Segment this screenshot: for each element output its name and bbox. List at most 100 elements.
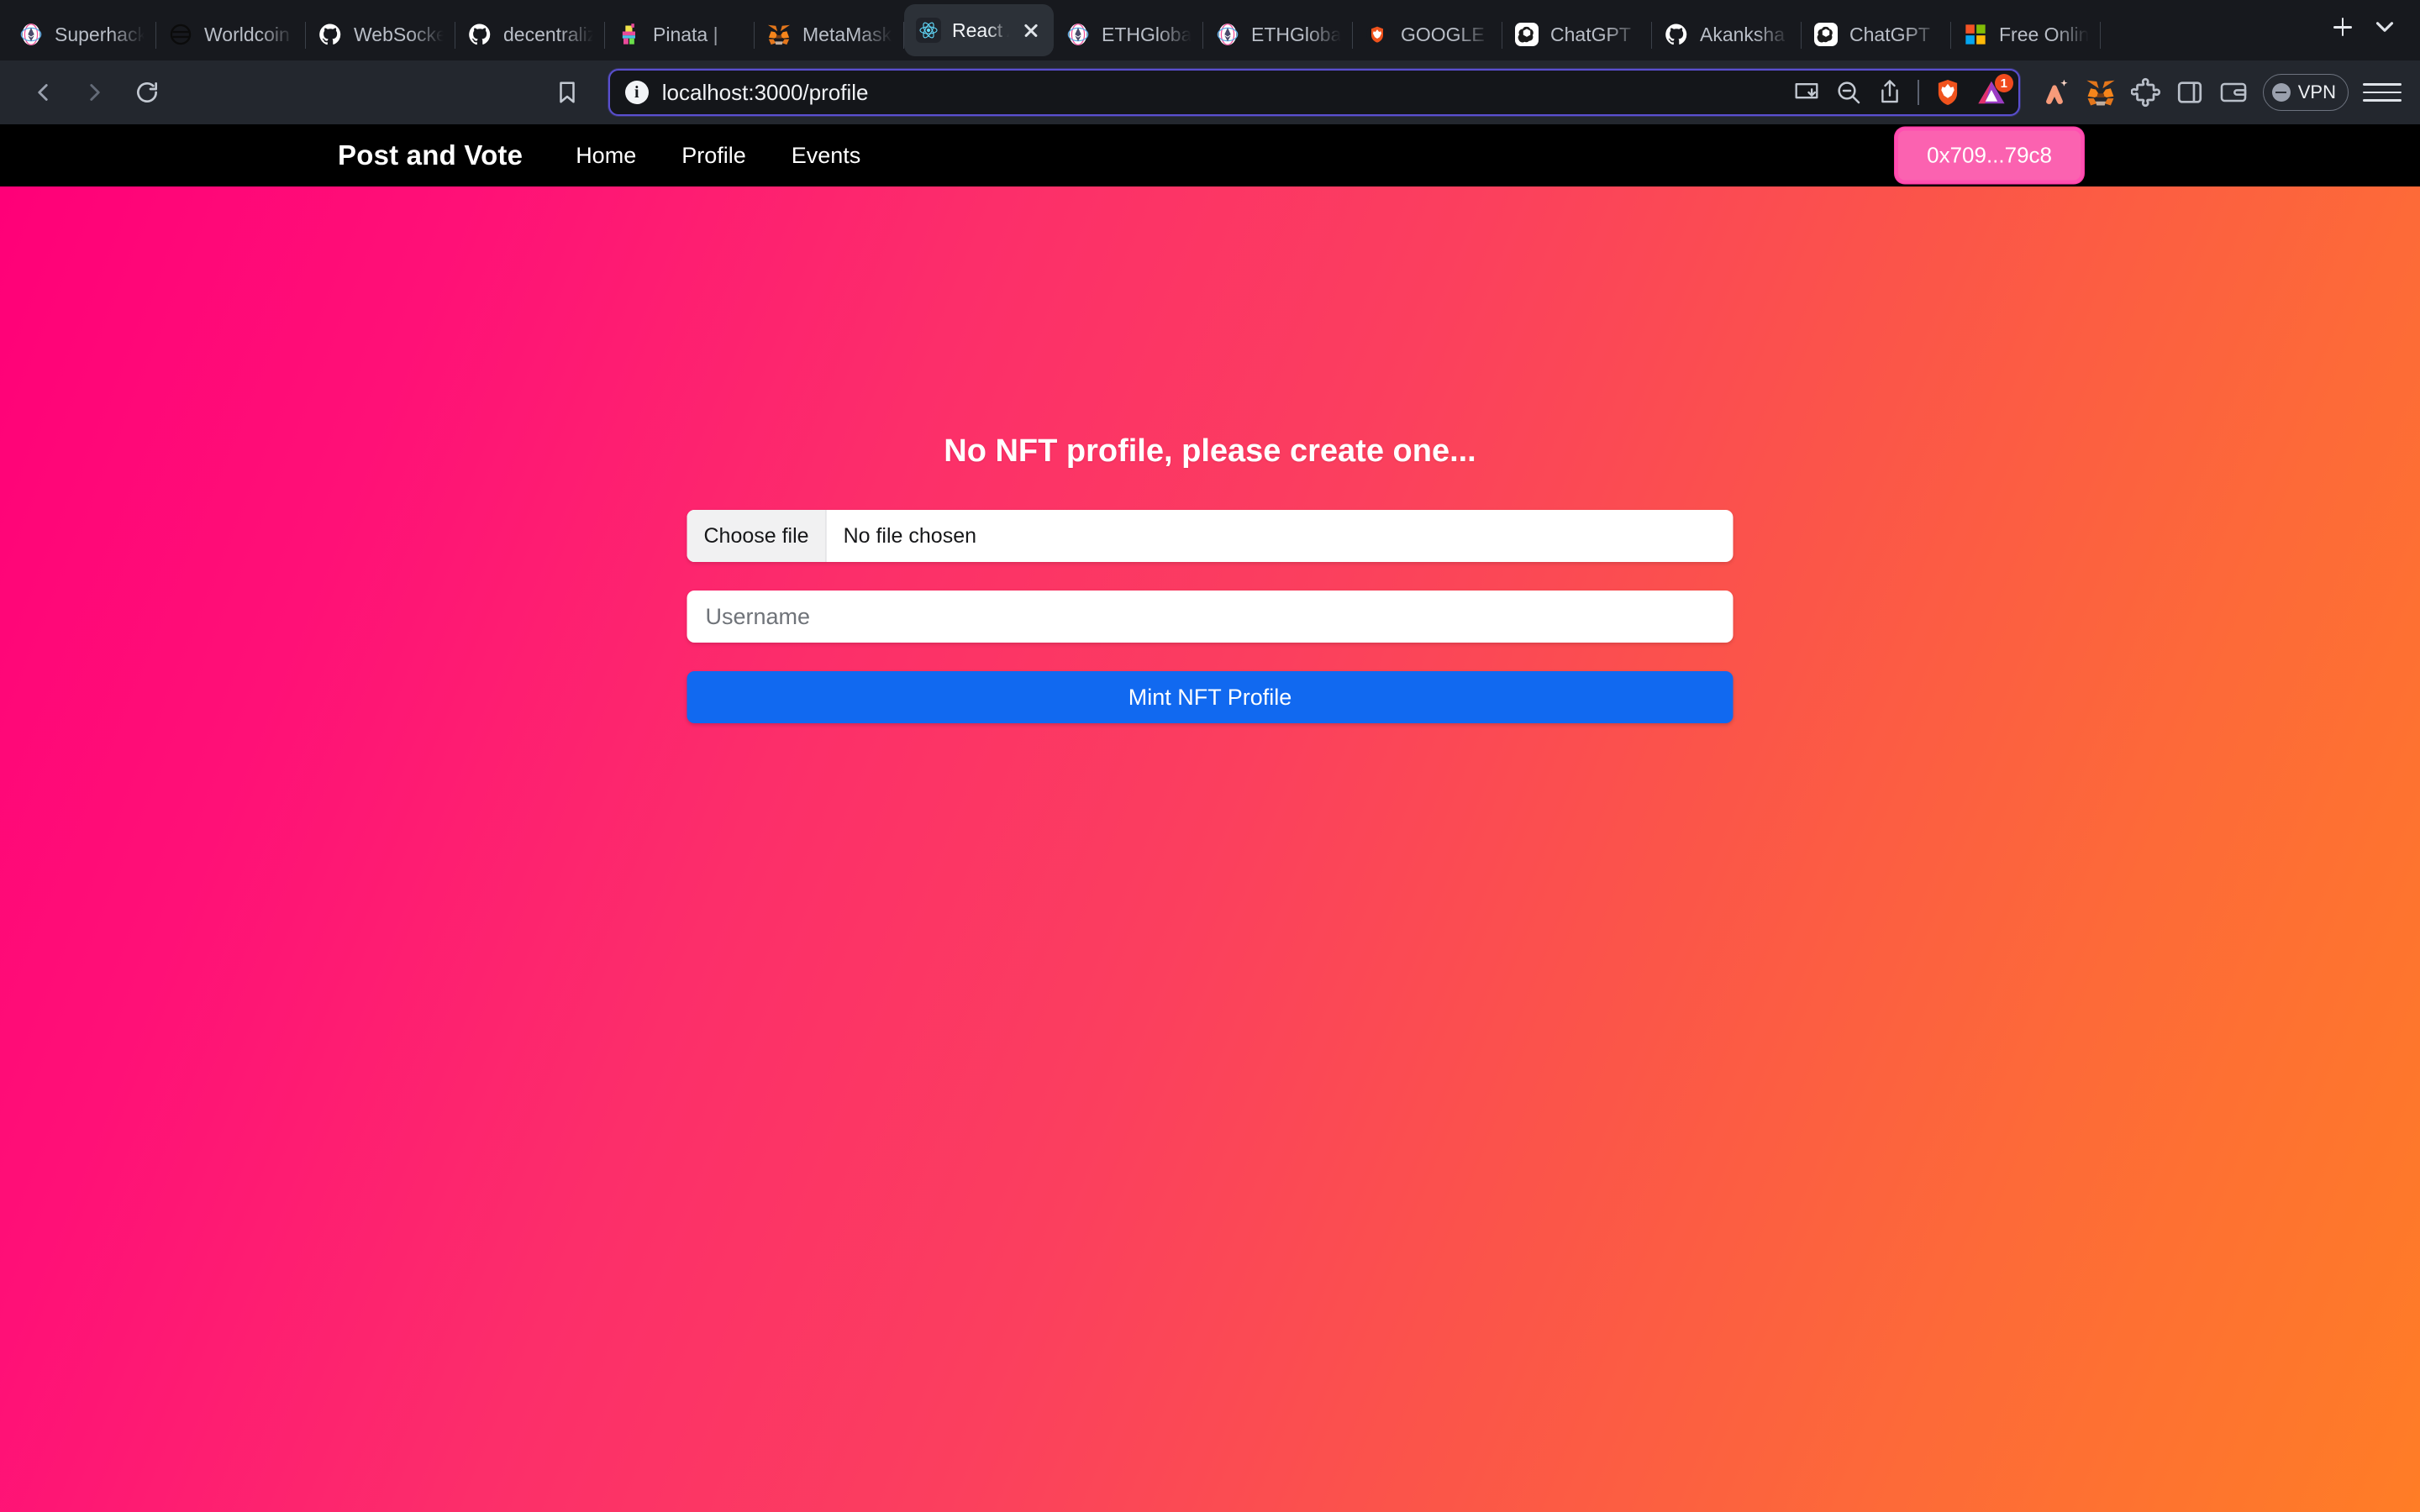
tab[interactable]: ETHGlobal [1203, 8, 1353, 60]
hamburger-line [2363, 99, 2402, 102]
extension-toolbar: VPN [2039, 73, 2402, 112]
tab-title: ChatGPT [1849, 23, 1930, 45]
openai-icon [1813, 22, 1839, 47]
brave-shields-button[interactable] [1934, 78, 1961, 107]
tab-title: ChatGPT [1550, 23, 1631, 45]
github-icon [318, 22, 343, 47]
github-icon [467, 22, 492, 47]
nav-link-home[interactable]: Home [553, 143, 659, 169]
extensions-button[interactable] [2130, 77, 2161, 108]
forward-arrow-icon [90, 84, 100, 101]
forward-button[interactable] [71, 68, 119, 117]
username-field[interactable] [687, 591, 1733, 643]
rewards-count-badge: 1 [1994, 74, 2013, 92]
tab-title: MetaMask [802, 23, 892, 45]
tab-title: WebSocket [354, 23, 444, 45]
vpn-label: VPN [2297, 81, 2336, 102]
sidebar-panel-icon [2177, 81, 2202, 103]
ethglobal-icon [1215, 22, 1240, 47]
tab[interactable]: Worldcoin [156, 8, 306, 60]
toolbar-divider [1918, 80, 1919, 105]
install-app-button[interactable] [1793, 80, 1820, 105]
brave-wallet-icon [2220, 82, 2247, 102]
nav-link-events[interactable]: Events [769, 143, 884, 169]
tab-list: Superhack Worldcoin WebSocket decentralized… [7, 0, 2324, 60]
tab-title: Superhack [55, 23, 145, 45]
zoom-out-button[interactable] [1835, 79, 1862, 106]
tab-strip: Superhack Worldcoin WebSocket decentralized… [0, 0, 2420, 60]
brave-rewards-button[interactable]: 1 [1976, 74, 2013, 106]
tab[interactable]: MetaMask [755, 8, 904, 60]
hamburger-line [2363, 91, 2402, 94]
brave-icon [1365, 22, 1390, 47]
tab[interactable]: Pinata | [605, 8, 755, 60]
tab[interactable]: ETHGlobal [1054, 8, 1203, 60]
tab-search-button[interactable] [2361, 0, 2408, 60]
back-arrow-icon [38, 84, 48, 101]
tab-separator [2100, 22, 2101, 49]
tab-title: Free Online [1999, 23, 2089, 45]
tab-title: decentralized [503, 23, 593, 45]
brave-shields-icon [1938, 79, 1957, 106]
address-bar-actions: 1 [1793, 74, 2013, 107]
site-brand[interactable]: Post and Vote [338, 139, 523, 171]
tab[interactable]: Superhack [7, 8, 156, 60]
tab[interactable]: ChatGPT [1802, 8, 1951, 60]
bookmark-icon [560, 81, 575, 103]
brave-wallet-button[interactable] [2218, 79, 2249, 106]
page-viewport: Post and Vote Home Profile Events 0x709...… [0, 124, 2420, 1512]
leo-ai-icon [2045, 79, 2068, 104]
tab[interactable]: Free Online [1951, 8, 2101, 60]
tab[interactable]: decentralized [455, 8, 605, 60]
metamask-extension-button[interactable] [2085, 77, 2117, 108]
address-bar[interactable]: i localhost:3000/profile 1 [608, 69, 2020, 116]
nav-link-profile[interactable]: Profile [659, 143, 769, 169]
tab[interactable]: GOOGLE [1353, 8, 1502, 60]
tab[interactable]: ChatGPT [1502, 8, 1652, 60]
wallet-address-button[interactable]: 0x709...79c8 [1895, 127, 2084, 184]
github-icon [1664, 22, 1689, 47]
browser-window: Superhack Worldcoin WebSocket decentralized… [0, 0, 2420, 1512]
tab[interactable]: Akanksha [1652, 8, 1802, 60]
chevron-down-icon [2375, 22, 2394, 32]
hero-gradient-background [0, 186, 2420, 1512]
reload-button[interactable] [123, 68, 171, 117]
new-tab-button[interactable] [2324, 8, 2361, 45]
file-input-row[interactable]: Choose file No file chosen [687, 510, 1733, 562]
bookmark-button[interactable] [543, 68, 592, 117]
install-app-icon [1795, 82, 1818, 99]
back-button[interactable] [18, 68, 67, 117]
site-info-icon[interactable]: i [624, 81, 649, 104]
tab-close-icon[interactable] [1020, 19, 1042, 41]
tab-title: ETHGlobal [1102, 23, 1192, 45]
pinata-icon [617, 22, 642, 47]
reload-icon [137, 82, 157, 102]
metamask-extension-icon [2086, 80, 2115, 106]
tab-title: GOOGLE [1401, 23, 1485, 45]
username-input[interactable] [687, 591, 1733, 643]
browser-toolbar: i localhost:3000/profile 1 VPN [0, 60, 2420, 124]
tab-title: Akanksha [1700, 23, 1786, 45]
sidebar-toggle-button[interactable] [2175, 78, 2204, 107]
leo-ai-button[interactable] [2039, 76, 2070, 108]
browser-menu-button[interactable] [2363, 73, 2402, 112]
vpn-button[interactable]: VPN [2262, 74, 2349, 111]
file-status-label: No file chosen [843, 523, 977, 548]
vpn-shield-icon [2271, 83, 2291, 102]
react-icon [916, 18, 941, 43]
create-profile-form: No NFT profile, please create one... Cho… [687, 433, 1733, 723]
tab-title: Worldcoin [204, 23, 290, 45]
choose-file-button[interactable]: Choose file [687, 510, 827, 562]
hamburger-line [2363, 82, 2402, 86]
tab-title: ETHGlobal [1251, 23, 1341, 45]
metamask-icon [766, 22, 792, 47]
tab-active[interactable]: React App [904, 4, 1054, 56]
tab-title: Pinata | [653, 23, 718, 45]
site-navbar: Post and Vote Home Profile Events 0x709...… [0, 124, 2420, 186]
tab[interactable]: WebSocket [306, 8, 455, 60]
ethglobal-icon [18, 22, 44, 47]
share-button[interactable] [1877, 79, 1902, 106]
mint-nft-profile-button[interactable]: Mint NFT Profile [687, 671, 1733, 723]
extensions-puzzle-icon [2130, 77, 2160, 108]
tab-title: React App [952, 18, 1009, 41]
